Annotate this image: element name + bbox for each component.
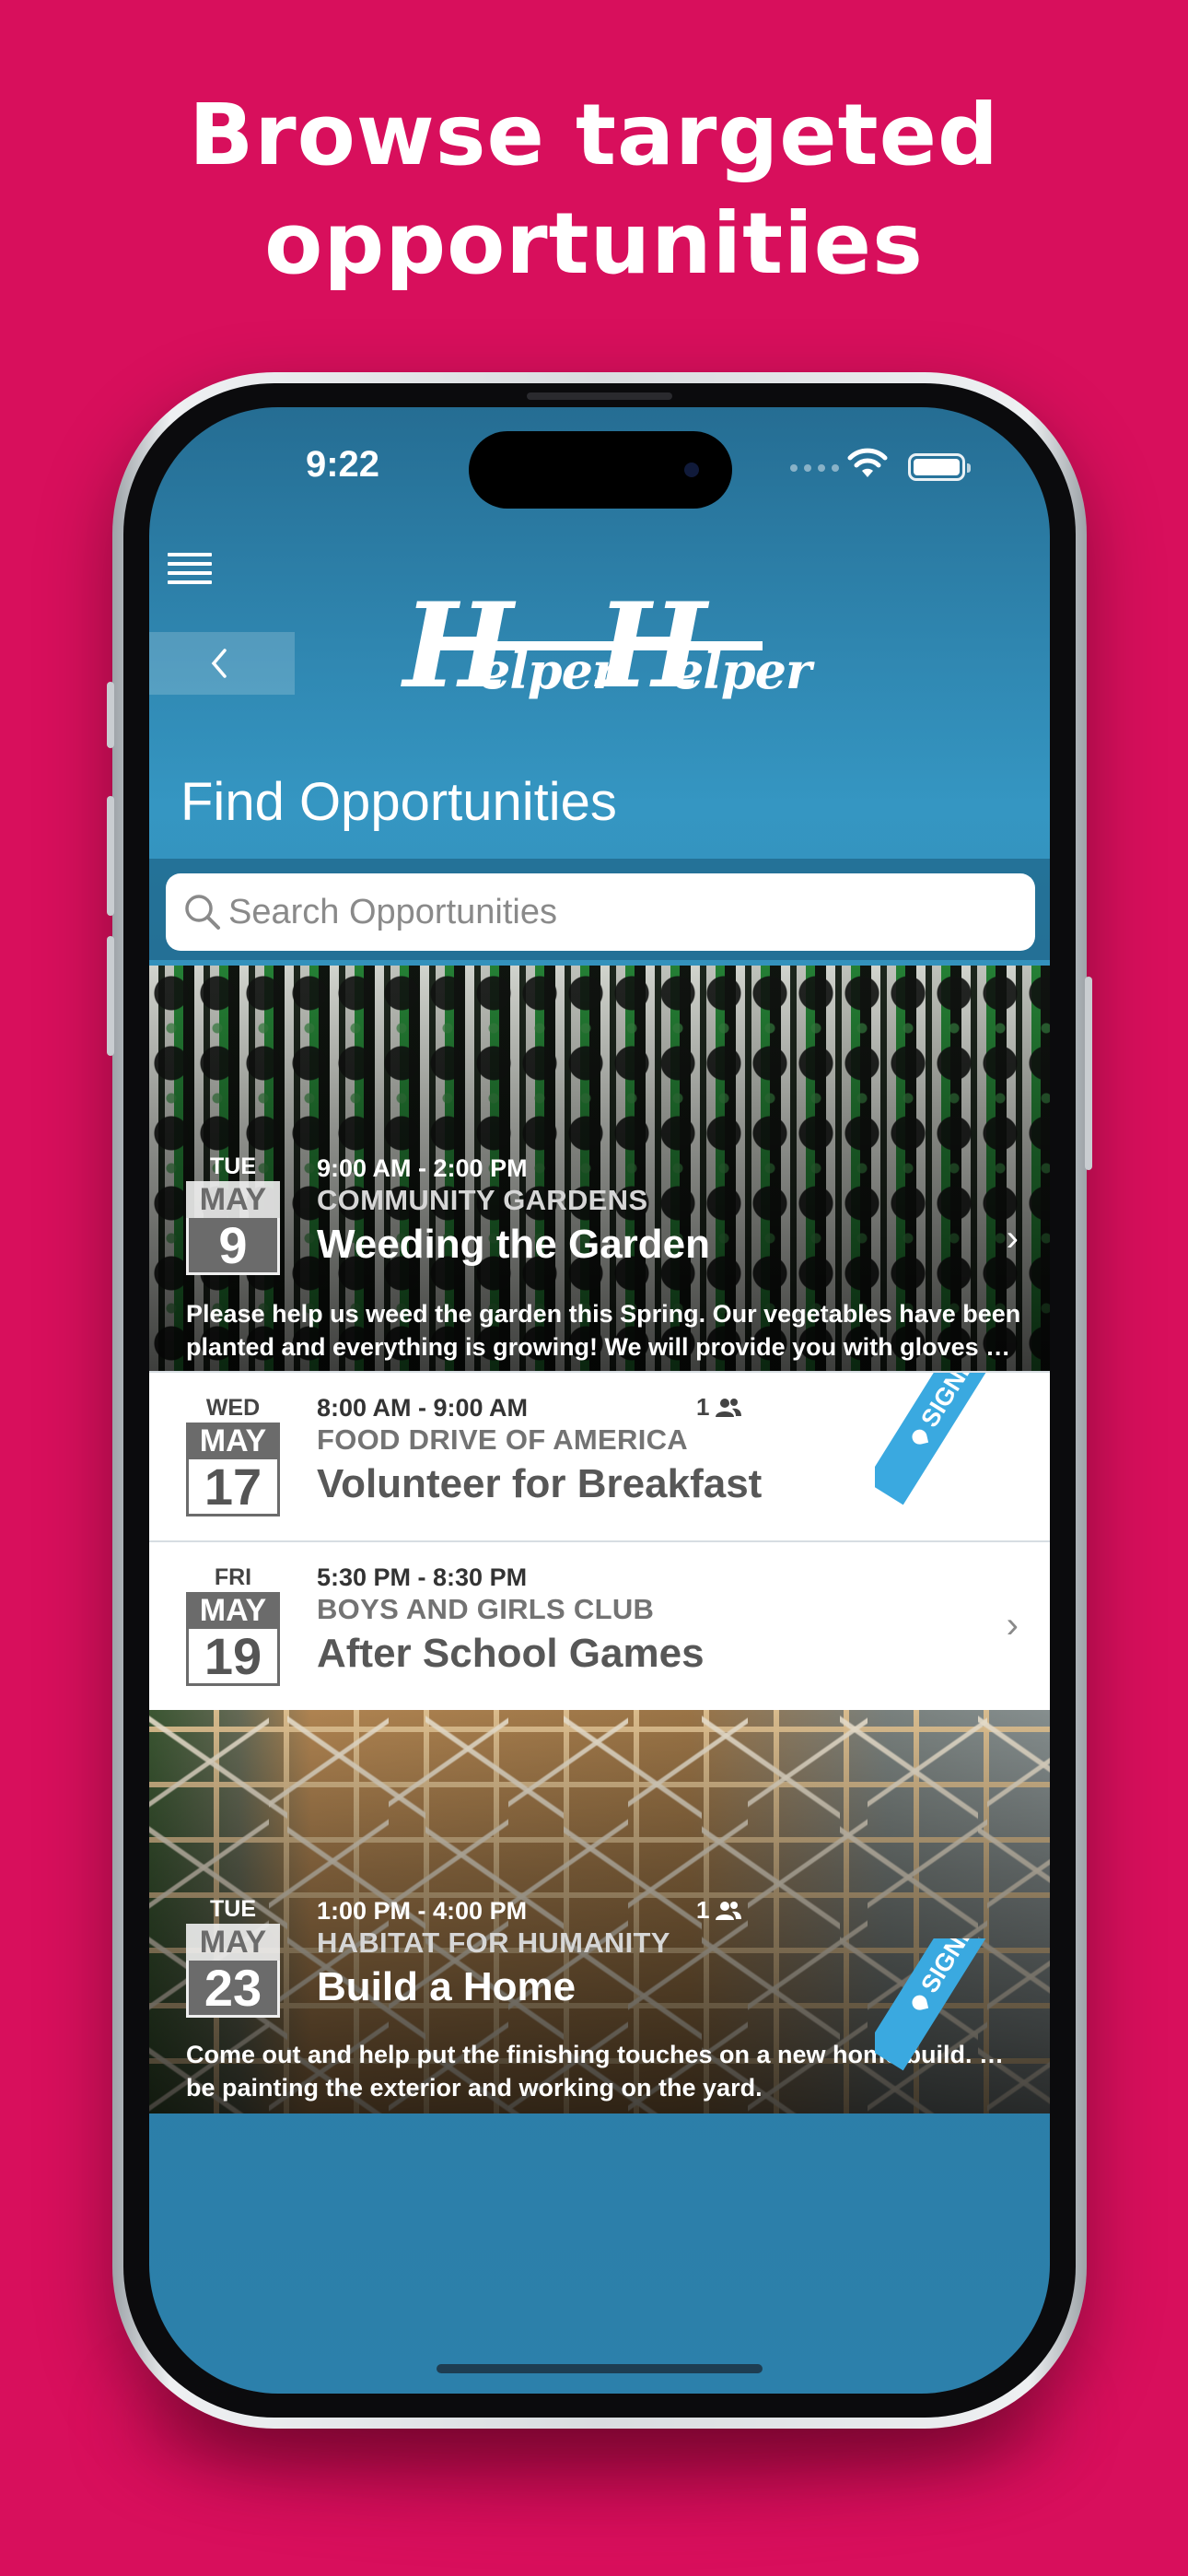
date-weekday: FRI xyxy=(214,1564,252,1590)
volunteer-count-value: 1 xyxy=(696,1896,710,1924)
chevron-right-icon: › xyxy=(1006,1605,1019,1645)
date-month: MAY xyxy=(186,1592,280,1629)
opportunity-info: 9:00 AM - 2:00 PM COMMUNITY GARDENS Weed… xyxy=(317,1153,710,1271)
opportunity-org: FOOD DRIVE OF AMERICA xyxy=(317,1423,688,1456)
date-month: MAY xyxy=(186,1423,280,1459)
volume-up-button xyxy=(107,796,114,916)
chevron-right-icon: › xyxy=(1006,1218,1019,1259)
opportunity-time: 8:00 AM - 9:00 AM xyxy=(317,1394,529,1422)
date-badge: FRI MAY 19 xyxy=(186,1564,280,1686)
back-button[interactable] xyxy=(149,632,295,695)
people-icon xyxy=(716,1901,742,1920)
opportunity-time: 9:00 AM - 2:00 PM xyxy=(317,1154,528,1182)
page-title: Find Opportunities xyxy=(181,772,617,832)
volunteer-count: 1 xyxy=(696,1393,742,1422)
date-month: MAY xyxy=(186,1181,280,1218)
opportunity-card-build-home[interactable]: TUE MAY 23 1:00 PM - 4:00 PM HABITAT FOR… xyxy=(149,1710,1050,2113)
opportunity-time: 1:00 PM - 4:00 PM xyxy=(317,1897,528,1925)
opportunity-description-line-1: Please help us weed the garden this Spri… xyxy=(186,1300,1021,1328)
volunteer-count-value: 1 xyxy=(696,1393,710,1421)
back-chevron-icon xyxy=(211,649,227,678)
opportunity-card-games[interactable]: FRI MAY 19 5:30 PM - 8:30 PM BOYS AND GI… xyxy=(149,1540,1050,1710)
wifi-icon xyxy=(847,448,888,477)
side-button xyxy=(107,682,114,748)
opportunity-org: BOYS AND GIRLS CLUB xyxy=(317,1593,655,1625)
date-weekday: WED xyxy=(205,1395,261,1421)
search-box[interactable] xyxy=(166,873,1035,951)
opportunity-info: 8:00 AM - 9:00 AM FOOD DRIVE OF AMERICA … xyxy=(317,1393,762,1511)
date-weekday: TUE xyxy=(210,1153,256,1179)
headline-line-2: opportunities xyxy=(264,194,924,293)
date-day: 9 xyxy=(186,1218,280,1275)
opportunity-title: Volunteer for Breakfast xyxy=(317,1461,763,1506)
volume-down-button xyxy=(107,936,114,1056)
signal-dots-icon xyxy=(790,464,839,472)
opportunity-title: Build a Home xyxy=(317,1964,577,2009)
power-button xyxy=(1085,977,1092,1170)
search-icon xyxy=(185,895,220,930)
battery-icon xyxy=(908,453,971,481)
date-badge: TUE MAY 23 xyxy=(186,1896,280,2018)
pin-icon xyxy=(910,1994,928,2012)
opportunity-card-breakfast[interactable]: WED MAY 17 8:00 AM - 9:00 AM FOOD DRIVE … xyxy=(149,1371,1050,1540)
dynamic-island xyxy=(469,431,732,509)
opportunity-title: After School Games xyxy=(317,1631,705,1676)
opportunity-org: HABITAT FOR HUMANITY xyxy=(317,1926,670,1959)
search-input[interactable] xyxy=(228,873,1020,951)
status-time: 9:22 xyxy=(305,444,380,485)
date-day: 17 xyxy=(186,1459,280,1516)
date-month: MAY xyxy=(186,1924,280,1961)
ribbon-label: SIGNED UP xyxy=(908,1373,1018,1436)
people-icon xyxy=(716,1398,742,1417)
signed-up-ribbon: SIGNED UP xyxy=(875,1938,1050,2113)
opportunity-title: Weeding the Garden xyxy=(317,1222,711,1267)
home-indicator[interactable] xyxy=(437,2364,763,2373)
headline: Browse targeted opportunities xyxy=(0,81,1188,299)
date-badge: TUE MAY 9 xyxy=(186,1153,280,1275)
app-screen: 9:22 H elper H elper Find Opportunities xyxy=(149,407,1050,2394)
earpiece-speaker xyxy=(527,392,672,400)
volunteer-count: 1 xyxy=(696,1896,742,1925)
camera-icon xyxy=(684,463,699,477)
opportunity-info: 1:00 PM - 4:00 PM HABITAT FOR HUMANITY B… xyxy=(317,1896,670,2014)
opportunity-description-line-2: planted and everything is growing! We wi… xyxy=(186,1333,1024,1361)
date-day: 19 xyxy=(186,1629,280,1686)
helperhelper-logo: H elper H elper xyxy=(403,588,811,717)
signed-up-ribbon: SIGNED UP xyxy=(875,1373,1050,1540)
opportunity-info: 5:30 PM - 8:30 PM BOYS AND GIRLS CLUB Af… xyxy=(317,1563,705,1680)
pin-icon xyxy=(910,1428,928,1446)
date-badge: WED MAY 17 xyxy=(186,1395,280,1516)
opportunity-time: 5:30 PM - 8:30 PM xyxy=(317,1563,528,1591)
date-day: 23 xyxy=(186,1961,280,2018)
opportunity-card-weeding[interactable]: TUE MAY 9 9:00 AM - 2:00 PM COMMUNITY GA… xyxy=(149,966,1050,1371)
ribbon-label: SIGNED UP xyxy=(908,1938,1018,2002)
headline-line-1: Browse targeted xyxy=(189,86,999,184)
date-weekday: TUE xyxy=(210,1896,256,1922)
opportunity-org: COMMUNITY GARDENS xyxy=(317,1184,648,1216)
menu-icon[interactable] xyxy=(168,553,212,586)
logo-word-2: elper xyxy=(672,641,811,700)
